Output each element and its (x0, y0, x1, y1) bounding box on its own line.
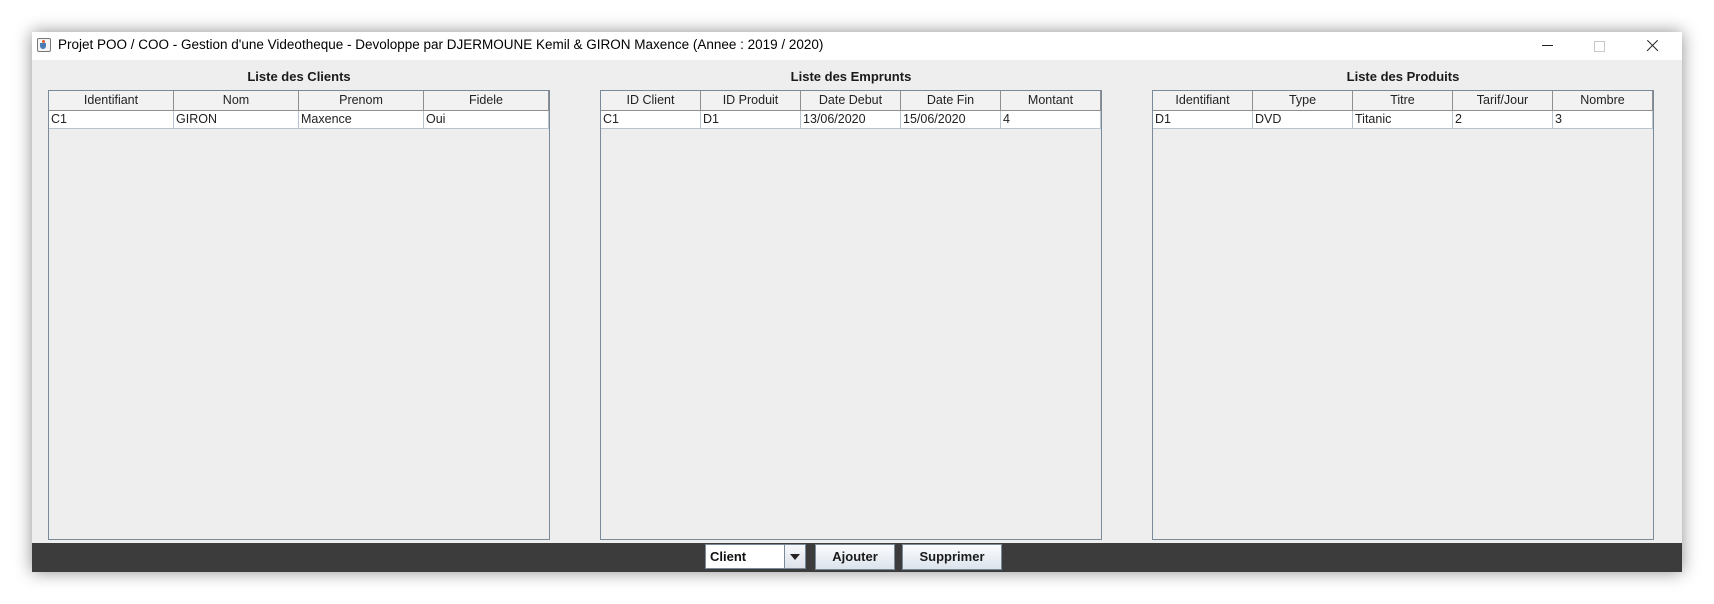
emprunts-title: Liste des Emprunts (790, 69, 912, 84)
table-cell[interactable]: GIRON (174, 111, 299, 129)
produits-col-titre[interactable]: Titre (1353, 91, 1453, 111)
delete-button[interactable]: Supprimer (902, 544, 1002, 570)
add-button[interactable]: Ajouter (815, 544, 895, 570)
java-cup-icon[interactable] (37, 38, 51, 52)
produits-col-nombre[interactable]: Nombre (1553, 91, 1653, 111)
emprunts-col-date-debut[interactable]: Date Debut (801, 91, 901, 111)
produits-col-type[interactable]: Type (1253, 91, 1353, 111)
window-title: Projet POO / COO - Gestion d'une Videoth… (58, 37, 824, 52)
clients-table[interactable]: Identifiant Nom Prenom Fidele C1 GIRON M… (48, 90, 550, 540)
table-cell[interactable]: 13/06/2020 (801, 111, 901, 129)
table-cell[interactable]: Maxence (299, 111, 424, 129)
close-icon[interactable] (1629, 32, 1675, 60)
title-bar[interactable]: Projet POO / COO - Gestion d'une Videoth… (32, 32, 1682, 60)
emprunts-col-montant[interactable]: Montant (1001, 91, 1101, 111)
clients-col-nom[interactable]: Nom (174, 91, 299, 111)
emprunts-col-date-fin[interactable]: Date Fin (901, 91, 1001, 111)
clients-col-identifiant[interactable]: Identifiant (49, 91, 174, 111)
bottom-toolbar: Client Ajouter Supprimer (32, 543, 1682, 572)
produits-title: Liste des Produits (1346, 69, 1460, 84)
clients-col-prenom[interactable]: Prenom (299, 91, 424, 111)
chevron-down-icon[interactable] (784, 545, 805, 568)
table-cell[interactable]: 2 (1453, 111, 1553, 129)
emprunts-table[interactable]: ID Client ID Produit Date Debut Date Fin… (600, 90, 1102, 540)
type-select[interactable]: Client (705, 544, 806, 569)
emprunts-col-id-client[interactable]: ID Client (601, 91, 701, 111)
table-cell[interactable]: Oui (424, 111, 549, 129)
table-row[interactable]: C1 D1 13/06/2020 15/06/2020 4 (601, 111, 1101, 129)
table-cell[interactable]: Titanic (1353, 111, 1453, 129)
table-cell[interactable]: 4 (1001, 111, 1101, 129)
table-cell[interactable]: C1 (601, 111, 701, 129)
produits-col-tarif-jour[interactable]: Tarif/Jour (1453, 91, 1553, 111)
minimize-icon[interactable] (1525, 32, 1571, 60)
table-cell[interactable]: 15/06/2020 (901, 111, 1001, 129)
emprunts-col-id-produit[interactable]: ID Produit (701, 91, 801, 111)
table-row[interactable]: C1 GIRON Maxence Oui (49, 111, 549, 129)
produits-table[interactable]: Identifiant Type Titre Tarif/Jour Nombre… (1152, 90, 1654, 540)
table-row[interactable]: D1 DVD Titanic 2 3 (1153, 111, 1653, 129)
table-cell[interactable]: D1 (701, 111, 801, 129)
table-cell[interactable]: D1 (1153, 111, 1253, 129)
maximize-icon[interactable] (1577, 32, 1623, 60)
app-window: Projet POO / COO - Gestion d'une Videoth… (32, 32, 1682, 572)
produits-col-identifiant[interactable]: Identifiant (1153, 91, 1253, 111)
clients-header-row: Identifiant Nom Prenom Fidele (49, 91, 549, 111)
clients-col-fidele[interactable]: Fidele (424, 91, 549, 111)
table-cell[interactable]: C1 (49, 111, 174, 129)
table-cell[interactable]: DVD (1253, 111, 1353, 129)
table-cell[interactable]: 3 (1553, 111, 1653, 129)
clients-title: Liste des Clients (247, 69, 351, 84)
emprunts-header-row: ID Client ID Produit Date Debut Date Fin… (601, 91, 1101, 111)
produits-header-row: Identifiant Type Titre Tarif/Jour Nombre (1153, 91, 1653, 111)
type-select-value: Client (710, 549, 747, 564)
